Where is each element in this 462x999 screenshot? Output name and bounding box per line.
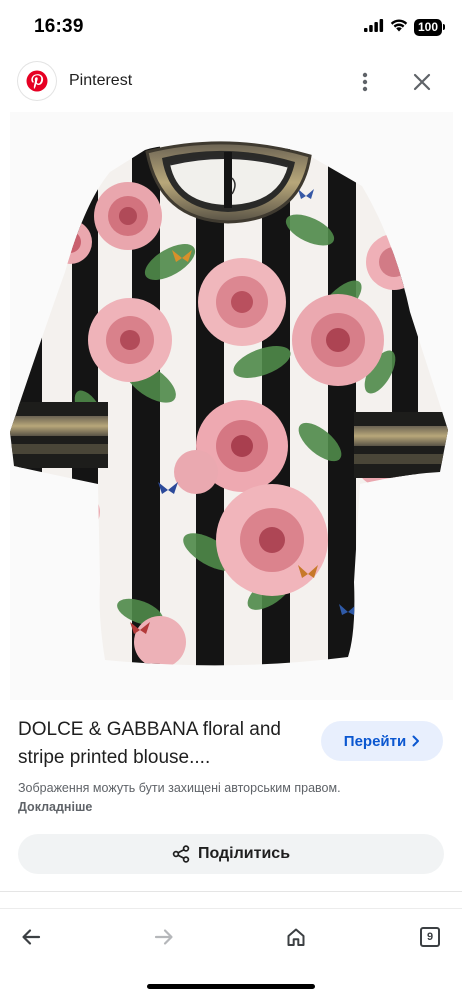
back-button[interactable] xyxy=(16,922,46,952)
battery-icon: 100 xyxy=(413,19,446,36)
home-indicator[interactable] xyxy=(147,984,315,989)
status-bar: 16:39 100 xyxy=(0,0,462,56)
home-icon xyxy=(287,928,305,946)
status-icons: 100 xyxy=(363,18,446,37)
back-arrow-icon xyxy=(22,929,41,945)
source-name[interactable]: Pinterest xyxy=(69,72,132,90)
close-icon xyxy=(413,73,431,91)
more-vertical-icon xyxy=(362,72,368,92)
home-button[interactable] xyxy=(281,922,311,952)
result-title[interactable]: DOLCE & GABBANA floral and stripe printe… xyxy=(18,716,308,772)
pinterest-logo-icon xyxy=(18,62,56,100)
visit-button[interactable]: Перейти xyxy=(321,721,443,761)
share-icon xyxy=(172,845,190,863)
divider xyxy=(0,908,462,909)
more-options-button[interactable] xyxy=(352,68,378,96)
share-button-label: Поділитись xyxy=(197,845,291,862)
tabs-button[interactable]: 9 xyxy=(415,922,445,952)
close-button[interactable] xyxy=(408,68,436,96)
learn-more-link[interactable]: Докладніше xyxy=(18,800,92,814)
tabs-icon: 9 xyxy=(420,927,440,947)
bottom-navigation: 9 xyxy=(0,912,462,962)
copyright-notice: Зображення можуть бути захищені авторськ… xyxy=(18,779,348,817)
copyright-text: Зображення можуть бути захищені авторськ… xyxy=(18,781,341,795)
signal-icon xyxy=(363,18,384,37)
visit-button-label: Перейти xyxy=(343,732,407,750)
forward-button[interactable] xyxy=(149,922,179,952)
result-image[interactable] xyxy=(10,112,453,700)
floral-striped-blouse-image xyxy=(10,141,448,666)
wifi-icon xyxy=(390,18,408,37)
chevron-right-icon xyxy=(412,735,420,747)
forward-arrow-icon xyxy=(154,929,173,945)
share-button[interactable]: Поділитись xyxy=(18,834,444,874)
status-time: 16:39 xyxy=(34,16,84,37)
divider xyxy=(0,891,462,892)
source-header: Pinterest xyxy=(0,58,462,108)
